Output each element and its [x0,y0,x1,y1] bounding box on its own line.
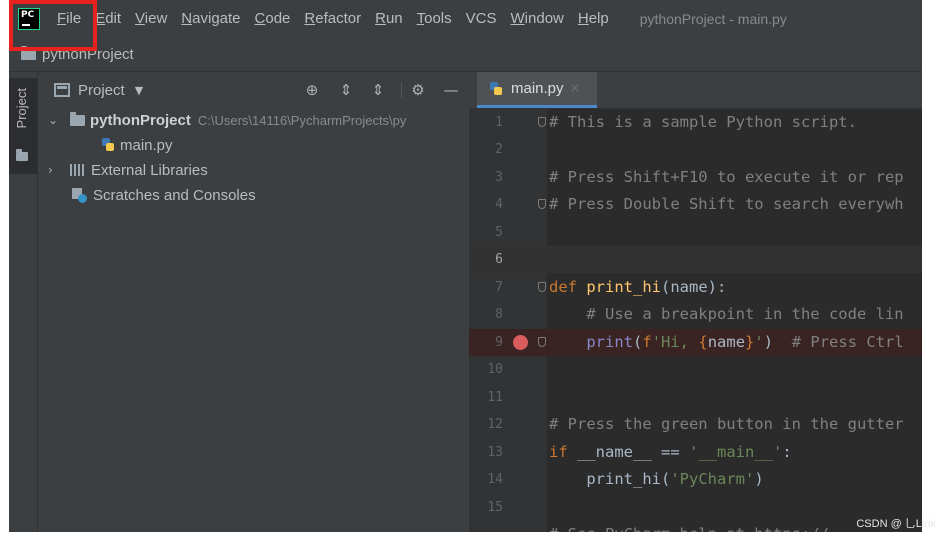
chevron-down-icon[interactable]: ⌄ [48,113,62,127]
project-panel: Project ▼ ⊕ ⇕ ⇕ ⚙ — ⌄ pythonProject C:\U… [38,72,468,532]
code-line-current: 6 [469,246,922,273]
close-icon[interactable]: × [570,81,581,96]
code-editor: main.py × 1 # This is a sample Python sc… [469,72,922,532]
project-panel-header: Project ▼ ⊕ ⇕ ⇕ ⚙ — [38,72,468,108]
pycharm-logo-icon: PC [18,8,40,30]
menu-vcs[interactable]: VCS [459,0,504,38]
tree-item-label: External Libraries [91,161,208,179]
tree-item-scratches[interactable]: Scratches and Consoles [72,183,256,207]
code-line-breakpoint: 9 print(f'Hi, {name}') # Press Ctrl [469,329,922,356]
window-title: pythonProject - main.py [639,11,787,27]
python-file-icon [489,81,503,96]
watermark: CSDN @ 乚Link [856,518,936,530]
code-line: 13 if __name__ == '__main__': [487,443,792,461]
pycharm-window: PC File Edit View Navigate Code Refactor… [9,0,922,532]
menu-navigate[interactable]: Navigate [174,0,247,38]
scratches-icon [72,187,88,203]
code-line: 14 print_hi('PyCharm') [487,470,764,488]
code-line: 12 # Press the green button in the gutte… [487,415,904,433]
chevron-down-icon[interactable]: ▼ [135,84,143,97]
code-line: 8 # Use a breakpoint in the code lin [495,305,904,323]
tree-item-main-py[interactable]: main.py [101,133,173,157]
collapse-all-icon[interactable]: ⇕ [368,80,388,100]
gear-icon[interactable]: ⚙ [408,80,428,100]
menu-refactor[interactable]: Refactor [297,0,368,38]
tree-item-external-libraries[interactable]: › External Libraries [48,158,208,182]
code-line: # See PyCharm help at https:// [469,521,922,532]
folder-icon [70,111,85,126]
project-view-selector[interactable]: Project [78,82,125,99]
menu-window[interactable]: Window [504,0,571,38]
menu-tools[interactable]: Tools [410,0,459,38]
expand-all-icon[interactable]: ⇕ [336,80,356,100]
chevron-right-icon[interactable]: › [48,163,62,177]
fold-icon[interactable] [538,199,546,209]
project-view-icon [54,83,70,97]
folder-icon [16,149,28,161]
code-line: 2 [495,142,503,157]
code-line: 1 # This is a sample Python script. [495,113,857,131]
hide-panel-icon[interactable]: — [441,80,461,100]
code-line: 11 [487,390,503,405]
logo-text: PC [21,10,35,20]
code-area[interactable]: 1 # This is a sample Python script. 2 3 … [469,109,922,532]
menu-help[interactable]: Help [571,0,616,38]
breakpoint-icon[interactable] [513,335,528,350]
project-tool-tab-label: Project [14,88,29,129]
fold-icon[interactable] [538,282,546,292]
tree-item-label: pythonProject [90,111,191,129]
fold-icon[interactable] [538,337,546,347]
left-tool-strip: Project [9,72,38,532]
fold-icon[interactable] [538,117,546,127]
menu-file[interactable]: File [50,0,88,38]
code-line: 3 # Press Shift+F10 to execute it or rep [495,168,904,186]
code-line: 5 [495,225,503,240]
editor-tab-bar: main.py × [469,72,922,109]
menu-edit[interactable]: Edit [88,0,128,38]
library-icon [70,164,86,176]
code-line: 15 [487,500,503,515]
code-line: 10 [487,362,503,377]
project-tool-tab[interactable]: Project [9,78,37,174]
menu-bar: PC File Edit View Navigate Code Refactor… [9,0,922,38]
tree-item-label: Scratches and Consoles [93,186,256,204]
locate-icon[interactable]: ⊕ [302,80,322,100]
tab-label: main.py [511,80,564,97]
breadcrumb-project[interactable]: pythonProject [42,46,134,63]
breadcrumb: pythonProject [9,38,922,72]
menu-view[interactable]: View [128,0,174,38]
tree-item-label: main.py [120,136,173,154]
tree-item-project-root[interactable]: ⌄ pythonProject C:\Users\14116\PycharmPr… [48,108,406,132]
menu-run[interactable]: Run [368,0,410,38]
code-line: 7 def print_hi(name): [495,278,727,296]
code-line: 4 # Press Double Shift to search everywh [495,195,904,213]
folder-icon [21,46,36,60]
project-path: C:\Users\14116\PycharmProjects\py [197,112,407,128]
tab-main-py[interactable]: main.py × [477,72,597,108]
menu-code[interactable]: Code [248,0,298,38]
python-file-icon [101,138,115,152]
